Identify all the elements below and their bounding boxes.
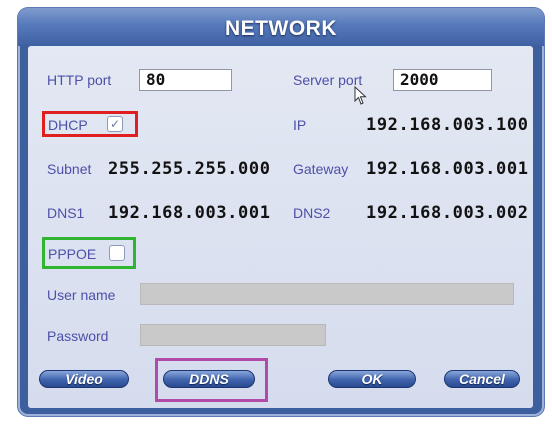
ip-value[interactable]: 192.168.003.100 [366,116,529,134]
user-name-input[interactable] [140,283,514,305]
cancel-button[interactable]: Cancel [444,370,520,388]
http-port-input[interactable]: 80 [139,69,232,91]
pppoe-checkbox[interactable] [109,245,125,261]
dhcp-checkbox[interactable]: ✓ [107,116,123,132]
user-name-label: User name [47,287,116,303]
pppoe-label: PPPOE [48,246,97,262]
gateway-value[interactable]: 192.168.003.001 [366,160,529,178]
check-icon: ✓ [109,117,121,131]
gateway-label: Gateway [293,161,349,177]
ip-label: IP [293,117,307,133]
dns1-label: DNS1 [47,205,85,221]
dns1-value[interactable]: 192.168.003.001 [108,204,271,222]
settings-panel [28,46,533,408]
mouse-pointer-icon [354,86,367,105]
dns2-value[interactable]: 192.168.003.002 [366,204,529,222]
ok-button[interactable]: OK [328,370,416,388]
server-port-label: Server port [293,72,363,88]
subnet-label: Subnet [47,161,92,177]
server-port-input[interactable]: 2000 [393,69,492,91]
http-port-label: HTTP port [47,72,112,88]
http-port-value: 80 [146,70,166,89]
dhcp-label: DHCP [48,117,88,133]
dns2-label: DNS2 [293,205,331,221]
server-port-value: 2000 [400,70,439,89]
password-input[interactable] [140,324,326,346]
subnet-value[interactable]: 255.255.255.000 [108,160,271,178]
video-button[interactable]: Video [39,370,129,388]
ddns-button[interactable]: DDNS [163,370,255,388]
title-bar: NETWORK [18,8,544,46]
dialog-title: NETWORK [225,17,337,40]
password-label: Password [47,328,109,344]
